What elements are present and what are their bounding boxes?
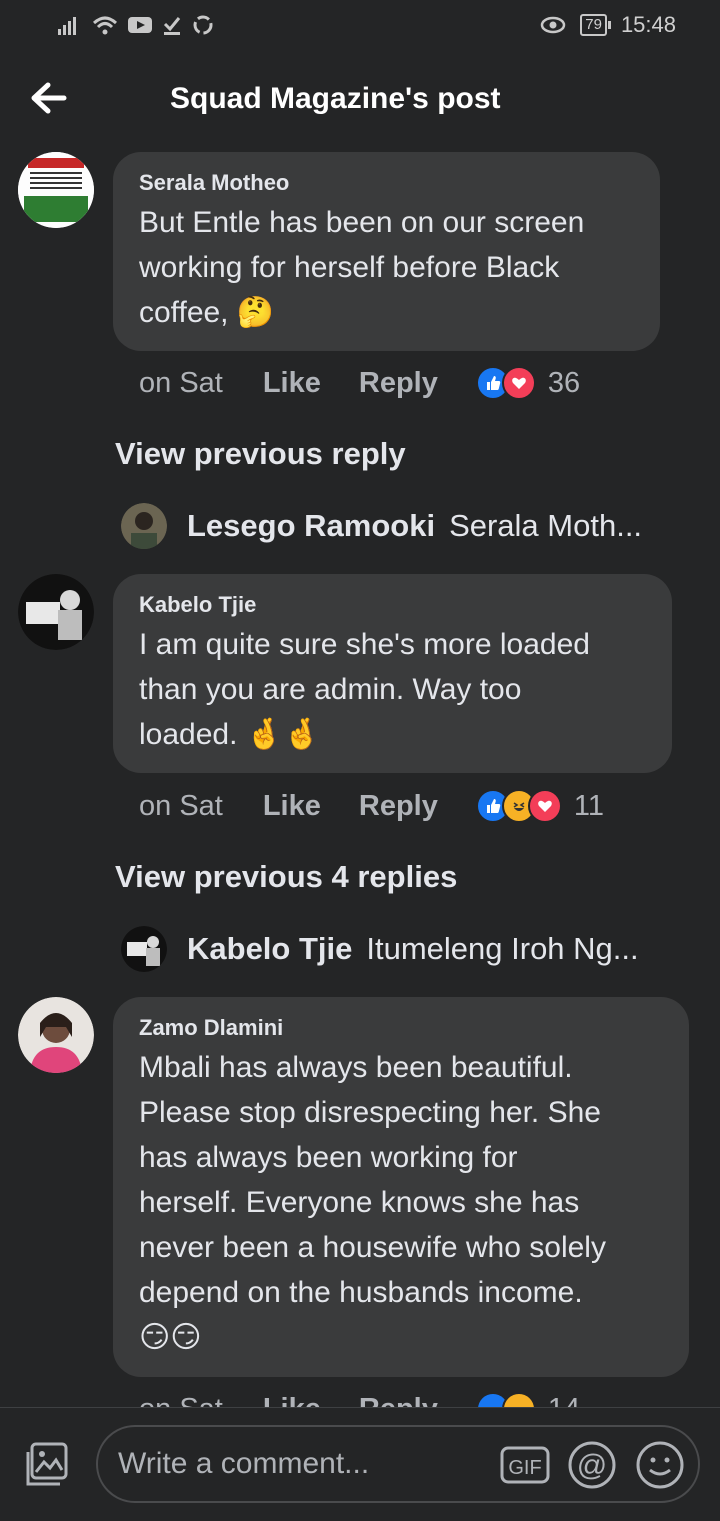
comment-actions: on Sat Like Reply 11 — [139, 789, 604, 823]
reaction-count[interactable]: 36 — [548, 367, 580, 400]
at-icon[interactable]: @ — [567, 1440, 617, 1490]
reply-preview-row[interactable]: Lesego Ramooki Serala Moth... — [121, 503, 642, 549]
gif-icon[interactable]: GIF — [500, 1440, 550, 1490]
comment-text: But Entle has been on our screen working… — [139, 206, 585, 329]
comment-bubble[interactable]: Zamo Dlamini Mbali has always been beaut… — [113, 997, 689, 1377]
reaction-count[interactable]: 11 — [574, 790, 604, 823]
gallery-icon[interactable] — [22, 1440, 72, 1490]
page-title: Squad Magazine's post — [170, 82, 501, 115]
like-button[interactable]: Like — [263, 790, 321, 823]
reply-button[interactable]: Reply — [359, 790, 438, 823]
love-reaction-icon — [501, 366, 536, 400]
back-arrow-icon[interactable] — [28, 78, 68, 118]
comment-author[interactable]: Kabelo Tjie — [139, 592, 646, 618]
like-button[interactable]: Like — [263, 367, 321, 400]
comment-bubble[interactable]: Kabelo Tjie I am quite sure she's more l… — [113, 574, 672, 773]
eye-icon — [541, 16, 566, 34]
comment-time[interactable]: on Sat — [139, 790, 223, 823]
reply-preview-row[interactable]: Kabelo Tjie Itumeleng Iroh Ng... — [121, 926, 639, 972]
reply-button[interactable]: Reply — [359, 367, 438, 400]
svg-text:GIF: GIF — [508, 1457, 541, 1479]
avatar[interactable] — [18, 152, 94, 228]
comment-time[interactable]: on Sat — [139, 367, 223, 400]
comment-author[interactable]: Serala Motheo — [139, 170, 634, 196]
wifi-icon — [92, 16, 118, 35]
status-right: 79 15:48 — [540, 12, 676, 38]
download-done-icon — [163, 17, 181, 35]
avatar-image — [18, 997, 94, 1073]
view-previous-replies[interactable]: View previous reply — [115, 436, 406, 472]
comment-text: I am quite sure she's more loaded than y… — [139, 628, 590, 751]
reply-author[interactable]: Kabelo Tjie — [187, 931, 352, 967]
comment-bubble[interactable]: Serala Motheo But Entle has been on our … — [113, 152, 660, 351]
comment-input-placeholder: Write a comment... — [118, 1447, 370, 1480]
svg-text:@: @ — [577, 1449, 607, 1482]
avatar[interactable] — [18, 997, 94, 1073]
reply-preview-text: Itumeleng Iroh Ng... — [366, 931, 639, 966]
smile-icon[interactable] — [635, 1440, 685, 1490]
avatar-image — [18, 152, 94, 228]
comment-text: Mbali has always been beautiful. Please … — [139, 1051, 606, 1354]
signal-icon — [58, 17, 76, 35]
avatar — [121, 503, 167, 549]
comment-author[interactable]: Zamo Dlamini — [139, 1015, 663, 1041]
youtube-icon — [128, 17, 152, 33]
recycle-icon — [193, 15, 213, 35]
reply-author[interactable]: Lesego Ramooki — [187, 508, 435, 544]
comment-actions: on Sat Like Reply 36 — [139, 366, 580, 400]
reactions[interactable] — [475, 789, 562, 823]
love-reaction-icon — [527, 789, 562, 823]
battery-level: 79 — [580, 14, 611, 36]
avatar — [121, 926, 167, 972]
reply-preview-text: Serala Moth... — [449, 508, 643, 543]
status-icons — [58, 14, 214, 36]
avatar[interactable] — [18, 574, 94, 650]
reactions[interactable] — [475, 366, 536, 400]
clock: 15:48 — [620, 12, 676, 37]
avatar-image — [18, 574, 94, 650]
view-previous-replies[interactable]: View previous 4 replies — [115, 859, 457, 895]
status-bar: 79 15:48 — [0, 0, 720, 56]
